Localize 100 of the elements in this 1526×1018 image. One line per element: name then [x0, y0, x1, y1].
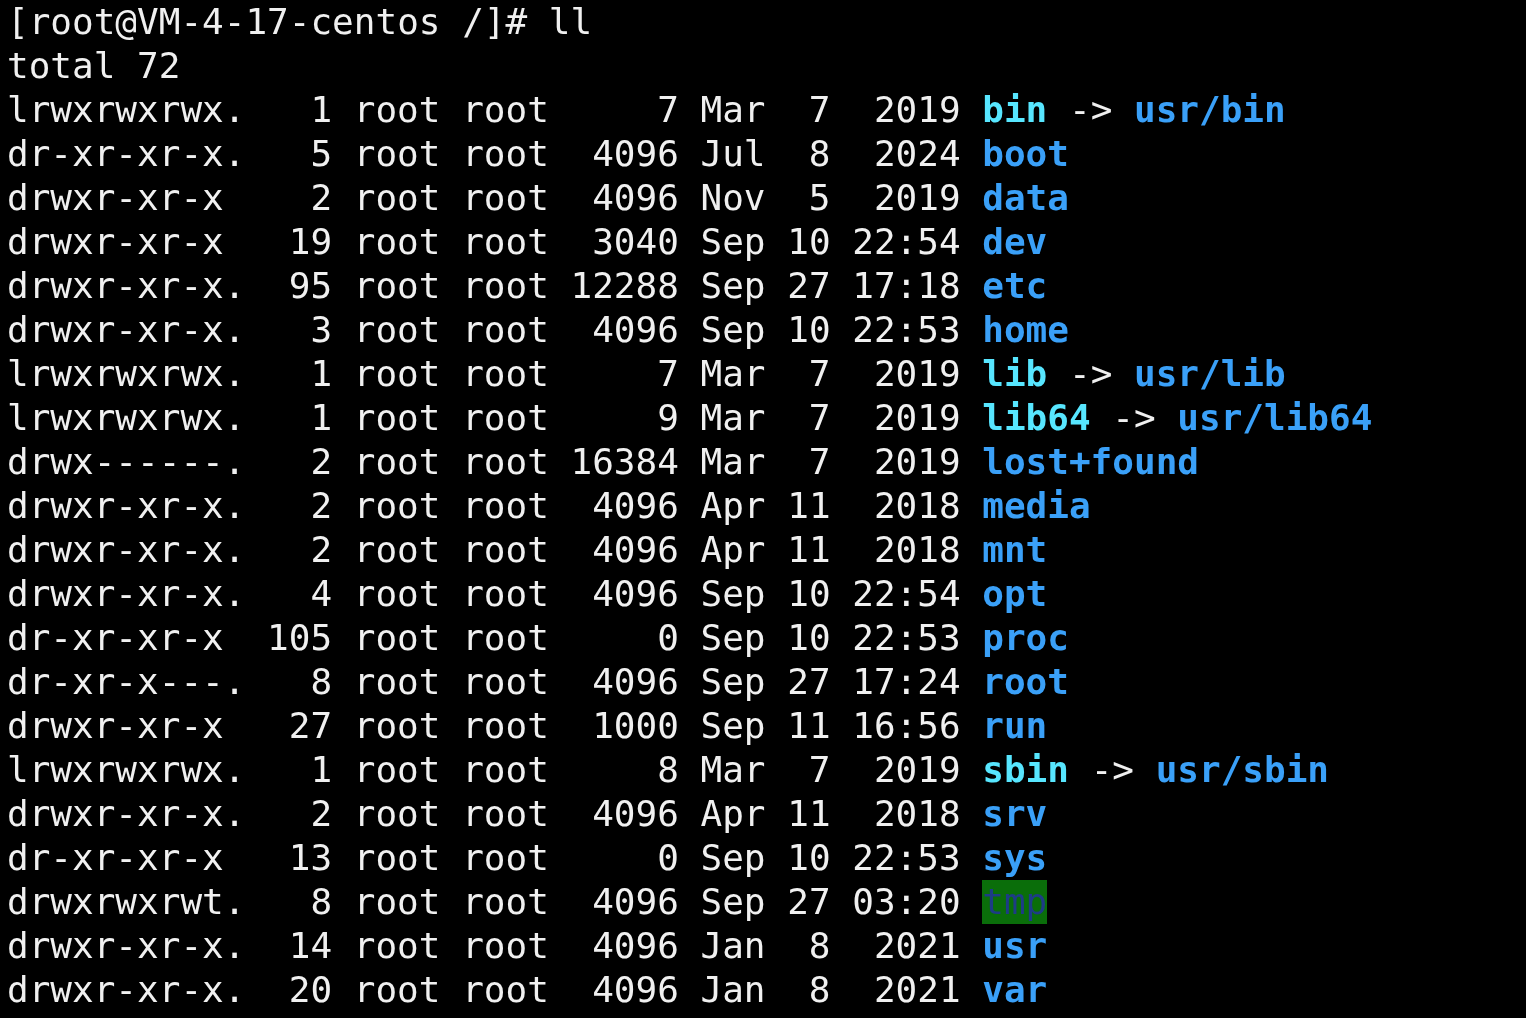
- group-text: root: [462, 704, 549, 748]
- link-count: 5: [309, 132, 333, 176]
- link-target: usr/lib64: [1177, 396, 1373, 440]
- owner-text: root: [353, 792, 441, 836]
- group-text: root: [462, 572, 549, 616]
- owner-text: root: [353, 748, 441, 792]
- owner-text: root: [353, 528, 441, 572]
- month-text: Mar: [700, 440, 766, 484]
- link-count: 2: [309, 176, 333, 220]
- time-text: 2019: [872, 176, 961, 220]
- month-text: Apr: [700, 528, 766, 572]
- size-text: 16384: [570, 440, 679, 484]
- time-text: 2019: [872, 440, 961, 484]
- owner-text: root: [353, 132, 441, 176]
- month-text: Sep: [700, 572, 766, 616]
- file-name: mnt: [982, 528, 1048, 572]
- permissions-text: drwxr-xr-x.: [7, 528, 246, 572]
- owner-text: root: [353, 572, 441, 616]
- day-text: 7: [807, 748, 831, 792]
- link-count: 13: [287, 836, 333, 880]
- file-name: media: [982, 484, 1091, 528]
- owner-text: root: [353, 264, 441, 308]
- file-name: data: [982, 176, 1069, 220]
- day-text: 8: [807, 968, 831, 1012]
- owner-text: root: [353, 924, 441, 968]
- size-text: 4096: [591, 132, 679, 176]
- link-count: 1: [309, 396, 333, 440]
- permissions-text: dr-xr-xr-x.: [7, 132, 246, 176]
- group-text: root: [462, 880, 549, 924]
- size-text: 1000: [591, 704, 679, 748]
- time-text: 17:18: [852, 264, 961, 308]
- owner-text: root: [353, 396, 441, 440]
- time-text: 2024: [872, 132, 961, 176]
- file-name: sys: [982, 836, 1048, 880]
- link-count: 8: [309, 660, 333, 704]
- time-text: 2021: [872, 968, 961, 1012]
- size-text: 9: [656, 396, 679, 440]
- month-text: Mar: [700, 352, 766, 396]
- month-text: Jan: [700, 968, 766, 1012]
- month-text: Mar: [700, 396, 766, 440]
- size-text: 8: [656, 748, 679, 792]
- month-text: Sep: [700, 264, 766, 308]
- size-text: 7: [656, 88, 679, 132]
- day-text: 8: [807, 132, 831, 176]
- group-text: root: [462, 308, 549, 352]
- permissions-text: lrwxrwxrwx.: [7, 748, 246, 792]
- permissions-text: drwxr-xr-x.: [7, 484, 246, 528]
- link-target: usr/lib: [1134, 352, 1286, 396]
- day-text: 27: [787, 660, 831, 704]
- file-name: etc: [982, 264, 1048, 308]
- day-text: 10: [787, 836, 831, 880]
- permissions-text: drwxr-xr-x: [7, 704, 225, 748]
- permissions-text: drwxr-xr-x: [7, 220, 225, 264]
- time-text: 03:20: [852, 880, 961, 924]
- time-text: 22:53: [852, 616, 961, 660]
- permissions-text: lrwxrwxrwx.: [7, 396, 246, 440]
- file-name: srv: [982, 792, 1048, 836]
- month-text: Sep: [700, 836, 766, 880]
- month-text: Mar: [700, 748, 766, 792]
- group-text: root: [462, 748, 549, 792]
- day-text: 27: [787, 264, 831, 308]
- size-text: 4096: [591, 572, 679, 616]
- size-text: 4096: [591, 176, 679, 220]
- day-text: 7: [807, 88, 831, 132]
- link-count: 95: [287, 264, 333, 308]
- file-name: lost+found: [982, 440, 1199, 484]
- link-count: 2: [309, 528, 333, 572]
- month-text: Sep: [700, 880, 766, 924]
- month-text: Apr: [700, 484, 766, 528]
- group-text: root: [462, 352, 549, 396]
- group-text: root: [462, 616, 549, 660]
- group-text: root: [462, 528, 549, 572]
- arrow-text: ->: [1068, 352, 1113, 396]
- size-text: 4096: [591, 308, 679, 352]
- file-name: home: [982, 308, 1069, 352]
- total-line: total 72: [7, 45, 181, 86]
- owner-text: root: [353, 308, 441, 352]
- day-text: 11: [787, 484, 831, 528]
- time-text: 22:54: [852, 220, 961, 264]
- owner-text: root: [353, 220, 441, 264]
- link-count: 2: [309, 484, 333, 528]
- size-text: 4096: [591, 660, 679, 704]
- month-text: Sep: [700, 660, 766, 704]
- permissions-text: drwxr-xr-x.: [7, 792, 246, 836]
- permissions-text: drwxr-xr-x.: [7, 572, 246, 616]
- file-name: lib: [982, 352, 1048, 396]
- arrow-text: ->: [1068, 88, 1113, 132]
- group-text: root: [462, 968, 549, 1012]
- size-text: 4096: [591, 484, 679, 528]
- file-name: root: [982, 660, 1069, 704]
- size-text: 4096: [591, 528, 679, 572]
- size-text: 4096: [591, 792, 679, 836]
- time-text: 2018: [872, 484, 961, 528]
- group-text: root: [462, 264, 549, 308]
- permissions-text: lrwxrwxrwx.: [7, 352, 246, 396]
- link-count: 4: [309, 572, 333, 616]
- link-count: 105: [267, 616, 333, 660]
- time-text: 16:56: [852, 704, 961, 748]
- month-text: Jan: [700, 924, 766, 968]
- day-text: 10: [787, 220, 831, 264]
